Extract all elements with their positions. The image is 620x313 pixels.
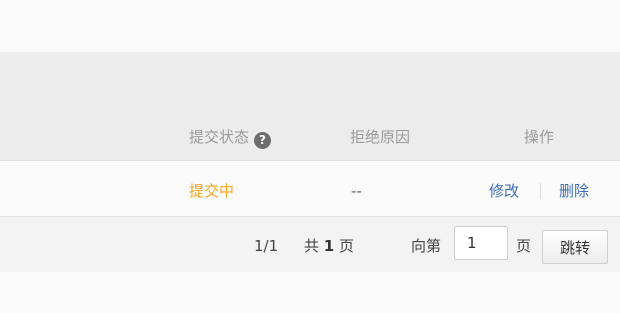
table-row bbox=[0, 161, 620, 216]
goto-page-suffix: 页 bbox=[516, 237, 532, 255]
action-separator bbox=[540, 183, 541, 199]
goto-page-input[interactable] bbox=[454, 226, 508, 260]
jump-button[interactable]: 跳转 bbox=[542, 230, 608, 264]
column-header-actions: 操作 bbox=[524, 128, 555, 146]
column-header-reject-reason: 拒绝原因 bbox=[350, 128, 411, 146]
help-icon[interactable]: ? bbox=[254, 132, 272, 149]
column-header-status-label: 提交状态 bbox=[189, 128, 250, 146]
goto-page-prefix: 向第 bbox=[411, 237, 442, 255]
total-pages: 共 1 页 bbox=[304, 236, 354, 256]
total-pages-prefix: 共 bbox=[304, 237, 320, 255]
submission-table-panel: 提交状态? 拒绝原因 操作 提交中 -- 修改 删除 1/1 共 1 页 向第 … bbox=[0, 0, 620, 313]
column-header-status: 提交状态? bbox=[189, 127, 272, 149]
total-pages-count: 1 bbox=[323, 237, 335, 255]
edit-link[interactable]: 修改 bbox=[489, 181, 519, 201]
status-cell: 提交中 bbox=[189, 182, 235, 200]
reject-reason-cell: -- bbox=[351, 182, 362, 200]
page-indicator: 1/1 bbox=[254, 237, 279, 255]
total-pages-suffix: 页 bbox=[339, 237, 355, 255]
delete-link[interactable]: 删除 bbox=[559, 181, 589, 201]
